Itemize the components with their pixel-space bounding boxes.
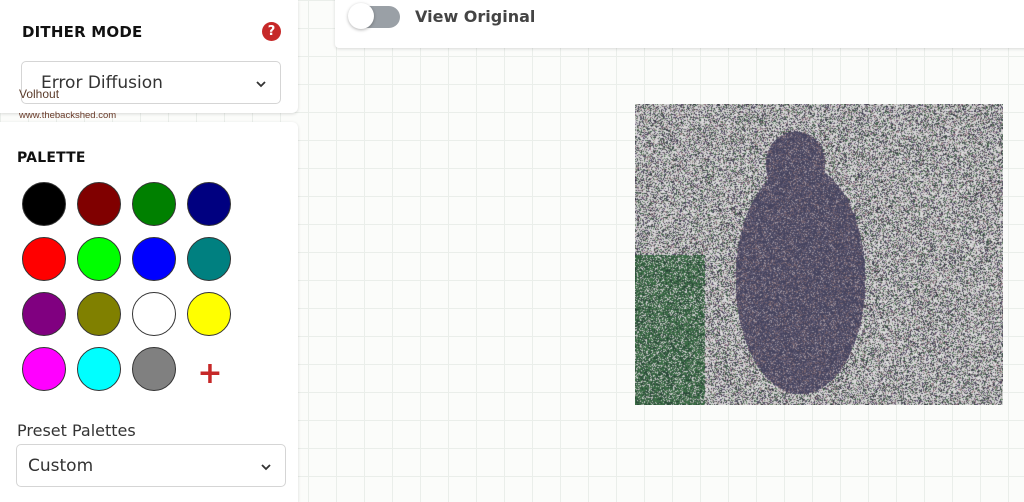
palette-swatch[interactable] — [22, 237, 66, 281]
help-icon[interactable]: ? — [262, 22, 281, 41]
dither-mode-value: Error Diffusion — [41, 73, 163, 93]
palette-swatch[interactable] — [187, 237, 231, 281]
palette-swatch[interactable] — [132, 182, 176, 226]
preset-palettes-select[interactable]: Custom — [16, 444, 286, 487]
palette-swatch[interactable] — [22, 182, 66, 226]
palette-swatch[interactable] — [22, 292, 66, 336]
watermark-site: www.thebackshed.com — [19, 110, 117, 121]
preset-palettes-label: Preset Palettes — [17, 421, 136, 440]
palette-swatch[interactable] — [77, 182, 121, 226]
palette-swatch[interactable] — [187, 292, 231, 336]
palette-swatch[interactable] — [187, 182, 231, 226]
palette-swatch[interactable] — [132, 292, 176, 336]
palette-swatch[interactable] — [77, 237, 121, 281]
add-color-icon[interactable]: + — [196, 359, 224, 390]
preset-palettes-value: Custom — [28, 456, 94, 476]
dither-mode-select[interactable]: Error Diffusion — [21, 61, 281, 104]
palette-swatch[interactable] — [77, 347, 121, 391]
dithered-preview-image — [635, 104, 1003, 405]
palette-swatch[interactable] — [22, 347, 66, 391]
palette-swatch[interactable] — [77, 292, 121, 336]
toggle-knob[interactable] — [348, 3, 374, 29]
view-original-label: View Original — [415, 7, 536, 26]
dither-mode-heading: DITHER MODE — [22, 23, 143, 41]
palette-heading: PALETTE — [17, 150, 86, 166]
chevron-down-icon — [256, 81, 266, 88]
chevron-down-icon — [261, 464, 271, 471]
palette-swatch[interactable] — [132, 347, 176, 391]
watermark-author: Volhout — [19, 87, 60, 101]
palette-swatch[interactable] — [132, 237, 176, 281]
